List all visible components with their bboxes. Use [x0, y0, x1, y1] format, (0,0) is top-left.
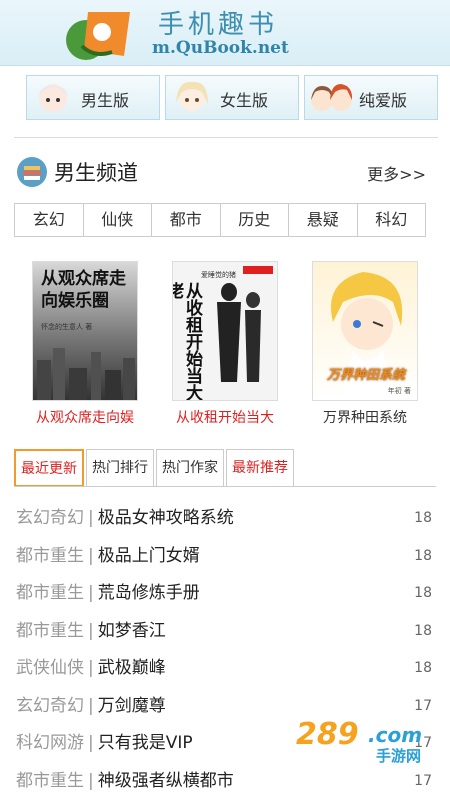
tab-hot-authors[interactable]: 热门作家: [156, 449, 224, 487]
item-title[interactable]: 极品上门女婿: [98, 546, 200, 566]
category-lishi[interactable]: 历史: [221, 204, 289, 236]
item-date: 18: [414, 547, 432, 564]
books-stack-icon: [17, 157, 47, 187]
boy-avatar-icon: [38, 84, 68, 112]
tab-latest-updates[interactable]: 最近更新: [14, 449, 84, 487]
category-xianxia[interactable]: 仙侠: [84, 204, 152, 236]
item-date: 18: [414, 660, 432, 676]
site-name: 手机趣书: [158, 10, 279, 40]
item-title[interactable]: 武极巅峰: [98, 658, 166, 678]
tab-new-recommend[interactable]: 最新推荐: [226, 449, 294, 487]
girl-version-button[interactable]: 女生版: [165, 75, 299, 120]
cover-author: 年初 著: [387, 387, 411, 395]
item-date: 18: [414, 585, 432, 601]
item-title[interactable]: 只有我是VIP: [98, 733, 193, 753]
item-date: 17: [414, 772, 432, 789]
couple-version-button[interactable]: 纯爱版: [304, 75, 438, 120]
site-header: 手机趣书 m.QuBook.net: [0, 0, 450, 66]
book-card[interactable]: 万界种田系统 年初 著 万界种田系统: [305, 261, 425, 427]
item-title[interactable]: 神级强者纵横都市: [98, 771, 234, 791]
tab-hot-ranking[interactable]: 热门排行: [86, 449, 154, 487]
cover-author: 怀念的生意人 著: [41, 323, 93, 331]
item-genre[interactable]: 都市重生: [16, 546, 84, 566]
couple-version-label: 纯爱版: [359, 91, 408, 110]
version-switcher: 男生版 女生版 纯爱版: [0, 75, 450, 123]
cover-title: 从收租开始当大佬: [172, 282, 202, 401]
list-item[interactable]: 玄幻奇幻 | 极品女神攻略系统 18: [16, 500, 436, 538]
girl-version-label: 女生版: [220, 91, 269, 110]
item-genre[interactable]: 科幻网游: [16, 733, 84, 753]
divider: [14, 137, 438, 138]
watermark-brand: 289: [296, 717, 359, 752]
item-genre[interactable]: 玄幻奇幻: [16, 696, 84, 716]
list-item[interactable]: 都市重生 | 极品上门女婿 18: [16, 538, 436, 576]
book-logo-icon[interactable]: [64, 6, 134, 62]
item-title[interactable]: 万剑魔尊: [98, 696, 166, 716]
item-genre[interactable]: 都市重生: [16, 583, 84, 603]
cover-title: 万界种田系统: [326, 368, 405, 383]
girl-avatar-icon: [176, 81, 208, 111]
city-skyline-icon: [37, 348, 135, 400]
list-item[interactable]: 都市重生 | 荒岛修炼手册 18: [16, 575, 436, 613]
list-tabs: 最近更新 热门排行 热门作家 最新推荐: [14, 449, 296, 487]
category-xuanyi[interactable]: 悬疑: [289, 204, 358, 236]
book-title[interactable]: 从观众席走向娱: [25, 407, 145, 427]
item-date: 18: [414, 622, 432, 639]
book-title[interactable]: 万界种田系统: [305, 407, 425, 427]
item-title[interactable]: 如梦香江: [98, 621, 166, 641]
category-xuanhuan[interactable]: 玄幻: [15, 204, 84, 236]
list-item[interactable]: 武侠仙侠 | 武极巅峰 18: [16, 650, 436, 688]
site-watermark: 289 .com 手游网: [296, 717, 436, 765]
book-card[interactable]: 从观众席走向娱乐圈 怀念的生意人 著 从观众席走向娱: [25, 261, 145, 427]
item-genre[interactable]: 都市重生: [16, 621, 84, 641]
item-date: 18: [414, 510, 432, 526]
book-cover[interactable]: 爱睡觉的猪 从收租开始当大佬: [172, 261, 278, 401]
item-title[interactable]: 极品女神攻略系统: [98, 508, 234, 528]
book-card[interactable]: 爱睡觉的猪 从收租开始当大佬 从收租开始当大: [165, 261, 285, 427]
book-title[interactable]: 从收租开始当大: [165, 407, 285, 427]
item-genre[interactable]: 武侠仙侠: [16, 658, 84, 678]
more-link[interactable]: 更多>>: [367, 161, 426, 185]
boy-version-button[interactable]: 男生版: [26, 75, 160, 120]
category-kehuan[interactable]: 科幻: [358, 204, 426, 236]
category-dushi[interactable]: 都市: [152, 204, 221, 236]
list-item[interactable]: 都市重生 | 神级强者纵横都市 17: [16, 763, 436, 799]
cover-title: 从观众席走向娱乐圈: [41, 269, 126, 311]
item-genre[interactable]: 都市重生: [16, 771, 84, 791]
boy-version-label: 男生版: [81, 91, 130, 110]
book-cover[interactable]: 万界种田系统 年初 著: [312, 261, 418, 401]
watermark-suffix: .com: [368, 723, 423, 747]
book-cover[interactable]: 从观众席走向娱乐圈 怀念的生意人 著: [32, 261, 138, 401]
channel-title: 男生频道: [54, 161, 138, 185]
category-bar: 玄幻 仙侠 都市 历史 悬疑 科幻: [14, 203, 426, 237]
tabs-underline: [14, 486, 436, 487]
site-url: m.QuBook.net: [152, 38, 289, 58]
couple-avatar-icon: [311, 84, 353, 111]
watermark-sub: 手游网: [376, 747, 422, 765]
item-genre[interactable]: 玄幻奇幻: [16, 508, 84, 528]
list-item[interactable]: 都市重生 | 如梦香江 18: [16, 613, 436, 651]
item-title[interactable]: 荒岛修炼手册: [98, 583, 200, 603]
